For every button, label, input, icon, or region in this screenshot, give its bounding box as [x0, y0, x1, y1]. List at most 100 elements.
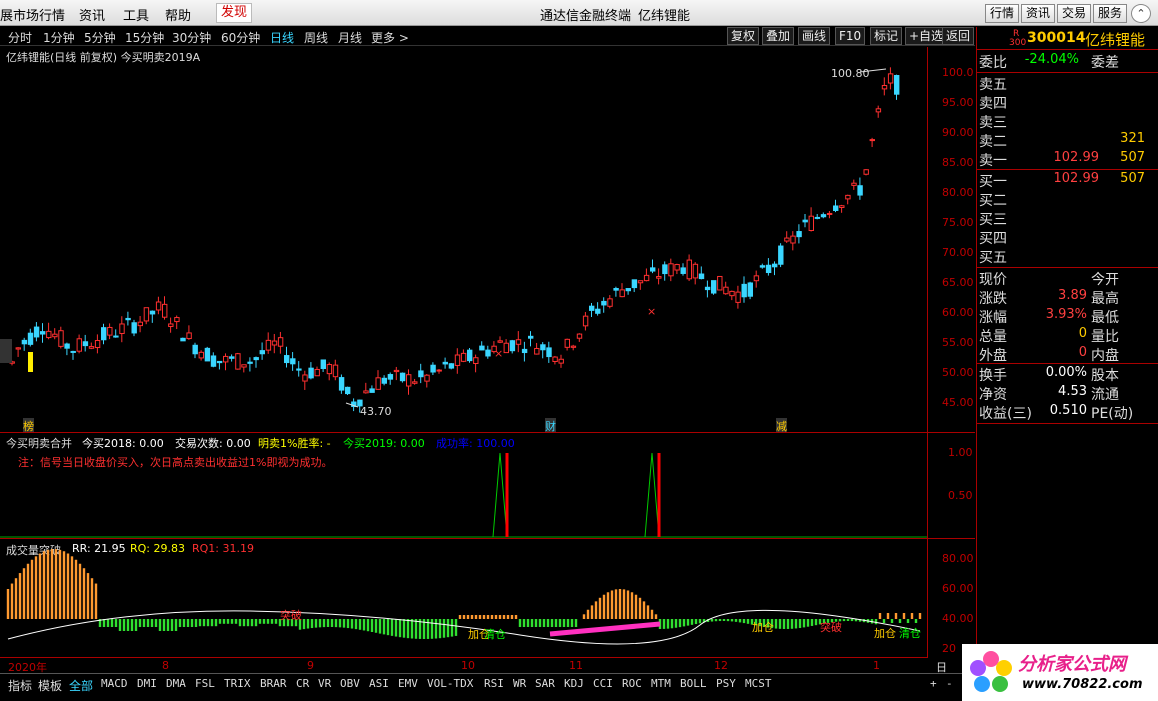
tab-boll[interactable]: BOLL	[680, 677, 707, 690]
ind2-tick: 80.00	[942, 552, 974, 565]
btn-mark[interactable]: 标记	[870, 27, 903, 45]
candlestick-chart[interactable]	[0, 47, 927, 432]
candle-body	[473, 357, 479, 365]
candle-body	[284, 355, 290, 364]
period-more[interactable]: 更多 >	[371, 29, 409, 46]
candle-body	[735, 291, 741, 303]
row-volume: 507	[1120, 171, 1145, 186]
tab-all[interactable]: 全部	[69, 677, 93, 694]
tab-cci[interactable]: CCI	[593, 677, 613, 690]
candle-body	[192, 344, 198, 355]
period-month[interactable]: 月线	[338, 29, 362, 46]
row-label: 卖一	[979, 153, 1007, 169]
period-5min[interactable]: 5分钟	[84, 29, 116, 46]
menu-market[interactable]: 展市场行情	[0, 5, 65, 24]
stat-label2: 内盘	[1091, 348, 1119, 364]
tab-rsi[interactable]: RSI	[484, 677, 504, 690]
btn-back[interactable]: 返回	[942, 27, 975, 45]
period-fenshi[interactable]: 分时	[8, 29, 32, 46]
quote-header: R 300 300014 亿纬锂能	[976, 27, 1158, 50]
tab-cr[interactable]: CR	[296, 677, 309, 690]
candle-body	[27, 332, 34, 345]
low-label: 43.70	[360, 405, 392, 418]
candle-body	[113, 335, 119, 338]
candle-body	[137, 321, 144, 327]
period-60min[interactable]: 60分钟	[221, 29, 260, 46]
btn-trade[interactable]: 交易	[1057, 4, 1092, 23]
tab-sar[interactable]: SAR	[535, 677, 555, 690]
tab-asi[interactable]: ASI	[369, 677, 389, 690]
menu-help[interactable]: 帮助	[165, 5, 191, 24]
window-control-icon[interactable]: ⌃	[1131, 4, 1151, 23]
candle-body	[741, 283, 747, 298]
main-chart-panel[interactable]: 亿纬锂能(日线 前复权) 今买明卖2019A 100.80 43.70 榜 财 …	[0, 47, 975, 434]
stat2-row: 收益(三) 0.510 PE(动)	[977, 403, 1158, 422]
candle-body	[753, 275, 760, 282]
tab-brar[interactable]: BRAR	[260, 677, 287, 690]
tab-kdj[interactable]: KDJ	[564, 677, 584, 690]
tab-remove-icon[interactable]: -	[946, 677, 953, 690]
tab-psy[interactable]: PSY	[716, 677, 736, 690]
candle-body	[180, 337, 186, 342]
tab-vol-tdx[interactable]: VOL-TDX	[427, 677, 473, 690]
stat-label: 现价	[979, 272, 1007, 288]
tab-template[interactable]: 模板	[38, 677, 62, 694]
indicator1-panel[interactable]: 今买明卖合并 今买2018: 0.00 交易次数: 0.00 明卖1%胜率: -…	[0, 432, 975, 539]
tab-dmi[interactable]: DMI	[137, 677, 157, 690]
menu-bar: 展市场行情 资讯 工具 帮助 发现 通达信金融终端 亿纬锂能 行情 资讯 交易 …	[0, 0, 1158, 26]
sell-row: 卖一 102.99 507	[977, 150, 1158, 169]
tab-trix[interactable]: TRIX	[224, 677, 251, 690]
tab-add-icon[interactable]: +	[930, 677, 937, 690]
btn-service[interactable]: 服务	[1093, 4, 1128, 23]
candle-body	[863, 169, 869, 175]
btn-quote[interactable]: 行情	[985, 4, 1020, 23]
row-label: 买四	[979, 231, 1007, 247]
period-30min[interactable]: 30分钟	[172, 29, 211, 46]
btn-f10[interactable]: F10	[835, 27, 866, 45]
stat-row: 涨跌 3.89 最高	[977, 288, 1158, 307]
period-day[interactable]: 日线	[270, 29, 294, 46]
date-tick: 9	[307, 659, 314, 672]
tab-wr[interactable]: WR	[513, 677, 526, 690]
btn-fuquan[interactable]: 复权	[727, 27, 760, 45]
menu-tools[interactable]: 工具	[123, 5, 149, 24]
btn-info[interactable]: 资讯	[1021, 4, 1056, 23]
btn-draw[interactable]: 画线	[798, 27, 831, 45]
date-tick: 8	[162, 659, 169, 672]
period-1min[interactable]: 1分钟	[43, 29, 75, 46]
row-label: 买一	[979, 174, 1007, 190]
tab-mcst[interactable]: MCST	[745, 677, 772, 690]
candle-body	[204, 347, 211, 362]
indicator2-panel[interactable]: 成交量突破 RR: 21.95 RQ: 29.83 RQ1: 31.19 加仓 …	[0, 538, 975, 658]
menu-news[interactable]: 资讯	[79, 5, 105, 24]
tab-macd[interactable]: MACD	[101, 677, 128, 690]
candle-body	[723, 286, 729, 295]
stat-row: 外盘 0 内盘	[977, 345, 1158, 364]
tab-indicator[interactable]: 指标	[8, 677, 32, 694]
candle-body	[101, 327, 107, 341]
period-15min[interactable]: 15分钟	[125, 29, 164, 46]
tab-mtm[interactable]: MTM	[651, 677, 671, 690]
candle-body	[76, 338, 82, 352]
sell-mark: ×	[494, 347, 504, 360]
tab-vr[interactable]: VR	[318, 677, 331, 690]
tab-dma[interactable]: DMA	[166, 677, 186, 690]
tab-emv[interactable]: EMV	[398, 677, 418, 690]
tab-obv[interactable]: OBV	[340, 677, 360, 690]
btn-add-watch[interactable]: +自选	[905, 27, 948, 45]
price-tick: 80.00	[942, 186, 974, 199]
candle-body	[82, 341, 89, 347]
candle-body	[595, 308, 601, 314]
candle-body	[857, 185, 863, 196]
row-label: 买二	[979, 193, 1007, 209]
tab-fsl[interactable]: FSL	[195, 677, 215, 690]
tab-roc[interactable]: ROC	[622, 677, 642, 690]
candle-body	[619, 289, 625, 298]
candle-body	[759, 265, 766, 268]
candle-body	[381, 377, 388, 384]
candle-body	[399, 372, 406, 382]
btn-overlay[interactable]: 叠加	[762, 27, 795, 45]
candle-body	[704, 286, 711, 291]
period-week[interactable]: 周线	[304, 29, 328, 46]
menu-discover[interactable]: 发现	[216, 3, 253, 23]
